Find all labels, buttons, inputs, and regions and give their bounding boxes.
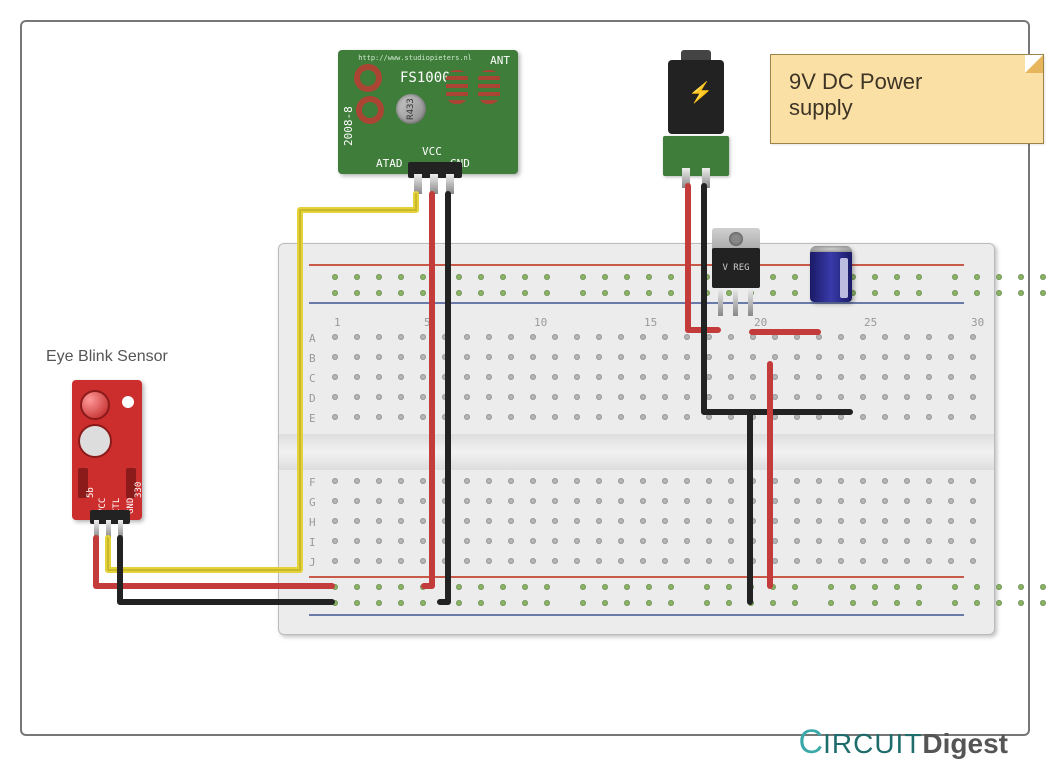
row-b: B [309,352,316,365]
col-tick-25: 25 [864,316,877,329]
rf-ant-label: ANT [490,54,510,67]
vreg-label: V REG [722,263,749,273]
col-tick-30: 30 [971,316,984,329]
rf-url: http://www.studiopieters.nl [358,54,472,62]
sensor-photodiode-icon [78,424,112,458]
rf-vcc-label: VCC [422,145,442,158]
row-i: I [309,536,316,549]
row-f: F [309,476,316,489]
power-supply-note: 9V DC Power supply [770,54,1044,144]
col-tick-1: 1 [334,316,341,329]
watermark-logo: CIRCUITDigest [799,723,1008,762]
eye-blink-sensor-label: Eye Blink Sensor [46,348,168,366]
row-a: A [309,332,316,345]
row-e: E [309,412,316,425]
row-h: H [309,516,316,529]
rf-date: 2008-8 [342,106,355,146]
col-tick-15: 15 [644,316,657,329]
electrolytic-capacitor [810,246,852,302]
col-tick-10: 10 [534,316,547,329]
rf-data-label: ATAD [376,157,403,170]
row-j: J [309,556,316,569]
row-c: C [309,372,316,385]
sensor-r2: 330 [134,482,144,498]
sensor-led-icon [80,390,110,420]
diagram-stage: 1 5 10 15 20 25 30 A B C D E F G H I J {… [0,0,1050,770]
col-tick-5: 5 [424,316,431,329]
note-text: 9V DC Power supply [789,69,1019,121]
breadboard: 1 5 10 15 20 25 30 A B C D E F G H I J {… [278,243,995,635]
dc-power-jack: ⚡ [668,60,724,170]
row-g: G [309,496,316,509]
sensor-r1: 5b [86,487,96,498]
rf-saw-resonator: R433 [396,94,426,124]
lightning-icon: ⚡ [688,80,713,105]
rf-transmitter-module: http://www.studiopieters.nl ANT FS1000A … [338,50,518,174]
eye-blink-sensor: 5b 330 VCC CTL GND [72,380,142,520]
row-d: D [309,392,316,405]
voltage-regulator: V REG [712,228,760,318]
